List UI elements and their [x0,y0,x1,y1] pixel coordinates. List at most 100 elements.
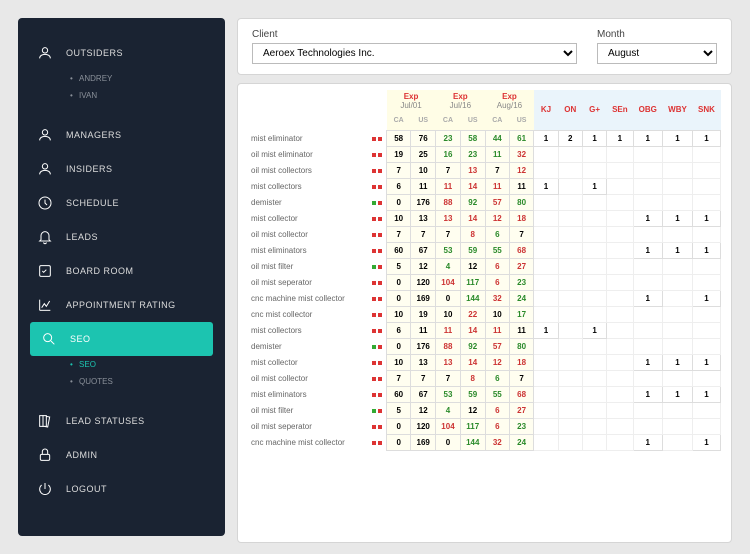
cell: . [662,258,692,274]
cell: . [558,434,582,450]
col-metric: SNK [693,90,721,130]
cell: 13 [411,210,436,226]
row-name: mist collector [248,354,368,370]
sidebar-item[interactable]: LOGOUT [18,472,225,506]
cell: 1 [693,290,721,306]
sidebar-sub-seo[interactable]: SEO [18,356,225,373]
power-icon [36,480,54,498]
col-sub: CA [485,112,509,130]
sidebar-item[interactable]: APPOINTMENT RATING [18,288,225,322]
row-name: oil mist eliminator [248,146,368,162]
cell: . [558,322,582,338]
sidebar-item[interactable]: MANAGERS [18,118,225,152]
cell: 14 [460,210,485,226]
cell: . [582,402,606,418]
cell: . [534,146,558,162]
cell: . [693,194,721,210]
cell: . [633,338,662,354]
cell: . [662,194,692,210]
cell: 1 [633,242,662,258]
cell: 13 [460,162,485,178]
cell: 1 [582,322,606,338]
cell: . [582,370,606,386]
cell: 92 [460,338,485,354]
seo-table: ExpJul/01ExpJul/16ExpAug/16KJONG+SEnOBGW… [248,90,721,451]
sidebar-item[interactable]: BOARD ROOM [18,254,225,288]
cell: 67 [411,386,436,402]
row-name: mist collectors [248,178,368,194]
cell: . [534,194,558,210]
col-exp: ExpAug/16 [485,90,534,112]
cell: 57 [485,338,509,354]
cell: 5 [387,402,411,418]
sidebar-item[interactable]: ADMIN [18,438,225,472]
client-select[interactable]: Aeroex Technologies Inc. [252,43,577,64]
status-dots [368,146,387,162]
status-dots [368,306,387,322]
sidebar-seo[interactable]: SEO [30,322,213,356]
cell: . [534,210,558,226]
row-name: mist eliminators [248,242,368,258]
cell: 120 [411,274,436,290]
filter-bar: Client Aeroex Technologies Inc. Month Au… [237,18,732,75]
cell: 1 [633,290,662,306]
table-row: cnc machine mist collector016901443224..… [248,434,721,450]
cell: 68 [509,242,533,258]
cell: . [633,226,662,242]
month-select[interactable]: August [597,43,717,64]
cell: 11 [509,178,533,194]
sidebar-item[interactable]: LEAD STATUSES [18,404,225,438]
chart-icon [36,296,54,314]
sidebar-item[interactable]: LEADS [18,220,225,254]
cell: . [693,162,721,178]
sidebar-outsiders[interactable]: OUTSIDERS [18,36,225,70]
cell: 27 [509,402,533,418]
sidebar-sub-andrey[interactable]: ANDREY [18,70,225,87]
col-exp: ExpJul/16 [436,90,486,112]
cell: 169 [411,434,436,450]
cell: . [633,274,662,290]
sidebar-sub-ivan[interactable]: IVAN [18,87,225,104]
sidebar-item[interactable]: INSIDERS [18,152,225,186]
cell: 1 [633,130,662,146]
cell: . [558,210,582,226]
cell: 1 [633,386,662,402]
cell: . [558,194,582,210]
cell: . [607,162,633,178]
table-container: ExpJul/01ExpJul/16ExpAug/16KJONG+SEnOBGW… [237,83,732,543]
table-row: oil mist seperator0120104117623....... [248,418,721,434]
cell: 6 [485,418,509,434]
client-field: Client Aeroex Technologies Inc. [252,29,577,64]
table-row: oil mist filter512412627....... [248,402,721,418]
status-dots [368,386,387,402]
cell: . [534,434,558,450]
sidebar-item[interactable]: SCHEDULE [18,186,225,220]
cell: 7 [436,162,461,178]
cell: 11 [411,322,436,338]
cell: 13 [436,354,461,370]
cell: . [558,386,582,402]
label: ADMIN [66,450,98,460]
cell: . [607,146,633,162]
cell: 32 [485,290,509,306]
table-row: mist collector101313141218....111 [248,210,721,226]
main: Client Aeroex Technologies Inc. Month Au… [225,0,750,554]
cell: 1 [693,434,721,450]
cell: . [582,258,606,274]
clock-icon [36,194,54,212]
cell: 22 [460,306,485,322]
cell: 10 [387,306,411,322]
cell: . [693,178,721,194]
col-sub: CA [436,112,461,130]
cell: 144 [460,434,485,450]
cell: 7 [436,226,461,242]
sidebar-sub-quotes[interactable]: QUOTES [18,373,225,390]
cell: 117 [460,274,485,290]
cell: . [582,194,606,210]
col-sub: US [509,112,533,130]
label: LOGOUT [66,484,107,494]
cell: 8 [460,226,485,242]
cell: 12 [460,258,485,274]
label: LEAD STATUSES [66,416,145,426]
cell: 1 [693,386,721,402]
